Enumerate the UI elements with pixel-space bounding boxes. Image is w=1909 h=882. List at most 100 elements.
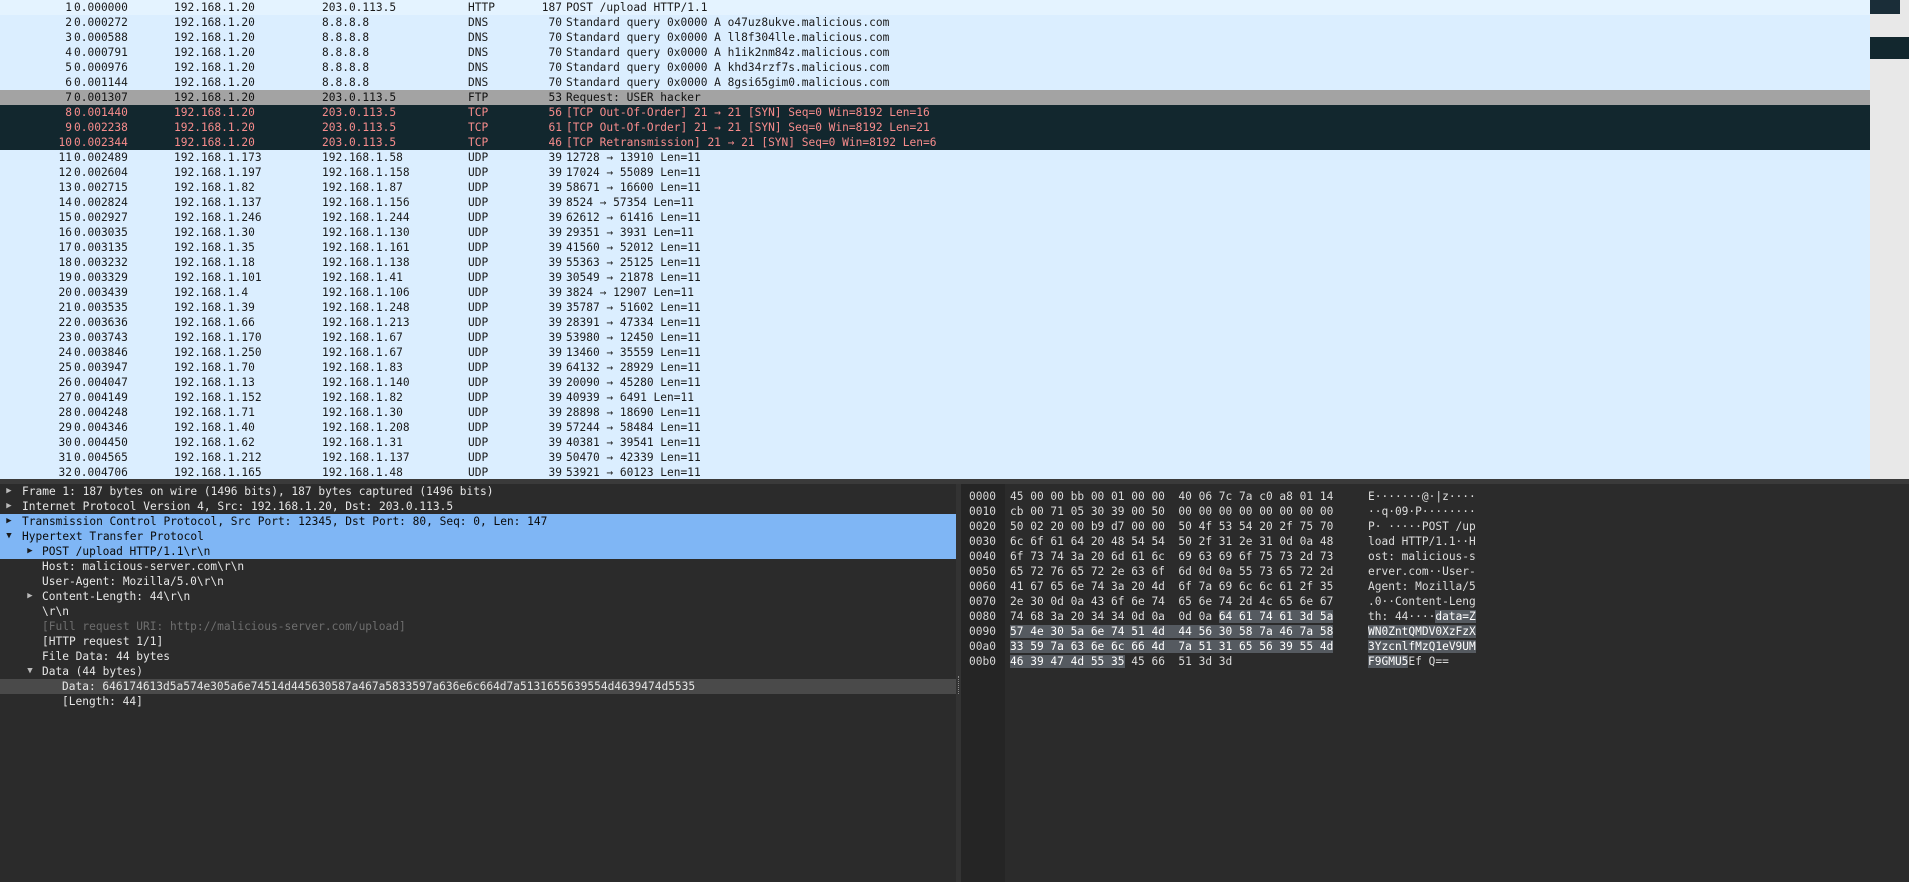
packet-row[interactable]: 1 0.000000 192.168.1.20 203.0.113.5 HTTP 187 P… [0,0,1870,15]
packet-row[interactable]: 16 0.003035 192.168.1.30 192.168.1.130 UDP 39… [0,225,1870,240]
bytes-row[interactable]: 0020 50 02 20 00 b9 d7 00 00 50 4f 53 54 … [961,519,1909,534]
packet-row[interactable]: 15 0.002927 192.168.1.246 192.168.1.244 UDP 3… [0,210,1870,225]
packet-row[interactable]: 30 0.004450 192.168.1.62 192.168.1.31 UDP 39 4… [0,435,1870,450]
detail-item-text: \r\n [42,605,69,618]
packet-source: 192.168.1.152 [174,391,262,404]
bytes-ascii[interactable]: P· ·····POST /up [1368,519,1476,534]
packet-row[interactable]: 24 0.003846 192.168.1.250 192.168.1.67 UDP 39… [0,345,1870,360]
bytes-row[interactable]: 00a0 33 59 7a 63 6e 6c 66 4d 7a 51 31 65 … [961,639,1909,654]
detail-tree-item[interactable]: [Full request URI: http://malicious-serv… [0,619,956,634]
packet-row[interactable]: 32 0.004706 192.168.1.165 192.168.1.48 UDP 39… [0,465,1870,479]
expand-arrow-right-icon[interactable]: ▶ [25,589,35,604]
packet-row[interactable]: 8 0.001440 192.168.1.20 203.0.113.5 TCP 56 [TC… [0,105,1870,120]
packet-row[interactable]: 5 0.000976 192.168.1.20 8.8.8.8 DNS 70 Standar… [0,60,1870,75]
detail-tree-item[interactable]: ▶ Frame 1: 187 bytes on wire (1496 bits),… [0,484,956,499]
bytes-ascii[interactable]: load HTTP/1.1··H [1368,534,1476,549]
detail-tree-item[interactable]: User-Agent: Mozilla/5.0\r\n [0,574,956,589]
bytes-hex[interactable]: 74 68 3a 20 34 34 0d 0a 0d 0a 64 61 74 6… [1010,609,1334,624]
bytes-hex[interactable]: 65 72 76 65 72 2e 63 6f 6d 0d 0a 55 73 6… [1010,564,1333,579]
detail-tree-item[interactable]: ▶ Content-Length: 44\r\n [0,589,956,604]
bytes-row[interactable]: 0080 74 68 3a 20 34 34 0d 0a 0d 0a 64 61 … [961,609,1909,624]
bytes-row[interactable]: 0070 2e 30 0d 0a 43 6f 6e 74 65 6e 74 2d … [961,594,1909,609]
packet-row[interactable]: 7 0.001307 192.168.1.20 203.0.113.5 FTP 53 Req… [0,90,1870,105]
expand-arrow-right-icon[interactable]: ▶ [4,514,14,529]
bytes-hex[interactable]: 46 39 47 4d 55 35 45 66 51 3d 3d [1010,654,1232,669]
packet-row[interactable]: 14 0.002824 192.168.1.137 192.168.1.156 UDP 3… [0,195,1870,210]
detail-tree-item[interactable]: Data: 646174613d5a574e305a6e74514d445630… [0,679,956,694]
scrollbar-thumb[interactable] [1870,0,1900,14]
bytes-row[interactable]: 0010 cb 00 71 05 30 39 00 50 00 00 00 00 … [961,504,1909,519]
bytes-hex[interactable]: 41 67 65 6e 74 3a 20 4d 6f 7a 69 6c 6c 6… [1010,579,1333,594]
bytes-ascii[interactable]: th: 44····data=Z [1368,609,1476,624]
packet-details-tree[interactable]: ▶ Frame 1: 187 bytes on wire (1496 bits),… [0,484,956,882]
packet-info: 30549 → 21878 Len=11 [566,271,701,284]
bytes-hex[interactable]: 50 02 20 00 b9 d7 00 00 50 4f 53 54 20 2… [1010,519,1333,534]
packet-row[interactable]: 3 0.000588 192.168.1.20 8.8.8.8 DNS 70 Standar… [0,30,1870,45]
bytes-row[interactable]: 0060 41 67 65 6e 74 3a 20 4d 6f 7a 69 6c … [961,579,1909,594]
expand-arrow-down-icon[interactable]: ▼ [4,529,14,544]
bytes-row[interactable]: 0040 6f 73 74 3a 20 6d 61 6c 69 63 69 6f … [961,549,1909,564]
packet-row[interactable]: 19 0.003329 192.168.1.101 192.168.1.41 UDP 39… [0,270,1870,285]
expand-arrow-right-icon[interactable]: ▶ [25,544,35,559]
packet-row[interactable]: 4 0.000791 192.168.1.20 8.8.8.8 DNS 70 Standar… [0,45,1870,60]
packet-row[interactable]: 28 0.004248 192.168.1.71 192.168.1.30 UDP 39 2… [0,405,1870,420]
packet-source: 192.168.1.20 [174,106,255,119]
packet-time: 0.004047 [74,376,128,389]
bytes-ascii[interactable]: erver.com··User- [1368,564,1476,579]
packet-list[interactable]: 1 0.000000 192.168.1.20 203.0.113.5 HTTP 187 P… [0,0,1870,479]
packet-row[interactable]: 25 0.003947 192.168.1.70 192.168.1.83 UDP 39 6… [0,360,1870,375]
detail-tree-item[interactable]: ▶ Internet Protocol Version 4, Src: 192.1… [0,499,956,514]
expand-arrow-right-icon[interactable]: ▶ [4,499,14,514]
bytes-hex[interactable]: 57 4e 30 5a 6e 74 51 4d 44 56 30 58 7a 4… [1010,624,1334,639]
detail-tree-item[interactable]: ▶ Transmission Control Protocol, Src Port… [0,514,956,529]
bytes-ascii[interactable]: ost: malicious-s [1368,549,1476,564]
detail-tree-item[interactable]: ▼ Data (44 bytes) [0,664,956,679]
bytes-hex[interactable]: cb 00 71 05 30 39 00 50 00 00 00 00 00 0… [1010,504,1333,519]
bytes-row[interactable]: 0000 45 00 00 bb 00 01 00 00 40 06 7c 7a … [961,489,1909,504]
bytes-hex[interactable]: 33 59 7a 63 6e 6c 66 4d 7a 51 31 65 56 3… [1010,639,1334,654]
bytes-ascii[interactable]: F9GMU5Ef Q== [1368,654,1449,669]
packet-row[interactable]: 13 0.002715 192.168.1.82 192.168.1.87 UDP 39 5… [0,180,1870,195]
expand-arrow-down-icon[interactable]: ▼ [25,664,35,679]
packet-list-scrollbar[interactable] [1870,0,1909,479]
bytes-ascii[interactable]: E·······@·|z···· [1368,489,1476,504]
bytes-ascii[interactable]: Agent: Mozilla/5 [1368,579,1476,594]
bytes-row[interactable]: 0050 65 72 76 65 72 2e 63 6f 6d 0d 0a 55 … [961,564,1909,579]
detail-tree-item[interactable]: ▼ Hypertext Transfer Protocol [0,529,956,544]
detail-tree-item[interactable]: Host: malicious-server.com\r\n [0,559,956,574]
bytes-ascii[interactable]: ··q·09·P········ [1368,504,1476,519]
bytes-row[interactable]: 00b0 46 39 47 4d 55 35 45 66 51 3d 3d F9GM… [961,654,1909,669]
packet-row[interactable]: 27 0.004149 192.168.1.152 192.168.1.82 UDP 39… [0,390,1870,405]
bytes-hex[interactable]: 2e 30 0d 0a 43 6f 6e 74 65 6e 74 2d 4c 6… [1010,594,1333,609]
bytes-row[interactable]: 0090 57 4e 30 5a 6e 74 51 4d 44 56 30 58 … [961,624,1909,639]
packet-row[interactable]: 26 0.004047 192.168.1.13 192.168.1.140 UDP 39… [0,375,1870,390]
packet-row[interactable]: 31 0.004565 192.168.1.212 192.168.1.137 UDP 3… [0,450,1870,465]
packet-row[interactable]: 18 0.003232 192.168.1.18 192.168.1.138 UDP 39… [0,255,1870,270]
packet-row[interactable]: 9 0.002238 192.168.1.20 203.0.113.5 TCP 61 [TC… [0,120,1870,135]
expand-arrow-right-icon[interactable]: ▶ [4,484,14,499]
bytes-ascii[interactable]: 3YzcnlfMzQ1eV9UM [1368,639,1476,654]
detail-tree-item[interactable]: [Length: 44] [0,694,956,709]
bytes-row[interactable]: 0030 6c 6f 61 64 20 48 54 54 50 2f 31 2e … [961,534,1909,549]
detail-tree-item[interactable]: ▶ POST /upload HTTP/1.1\r\n [0,544,956,559]
bytes-ascii[interactable]: WN0ZntQMDV0XzFzX [1368,624,1476,639]
packet-row[interactable]: 21 0.003535 192.168.1.39 192.168.1.248 UDP 39… [0,300,1870,315]
packet-row[interactable]: 20 0.003439 192.168.1.4 192.168.1.106 UDP 39 3… [0,285,1870,300]
packet-row[interactable]: 29 0.004346 192.168.1.40 192.168.1.208 UDP 39… [0,420,1870,435]
packet-row[interactable]: 2 0.000272 192.168.1.20 8.8.8.8 DNS 70 Standar… [0,15,1870,30]
packet-row[interactable]: 6 0.001144 192.168.1.20 8.8.8.8 DNS 70 Standar… [0,75,1870,90]
packet-row[interactable]: 22 0.003636 192.168.1.66 192.168.1.213 UDP 39… [0,315,1870,330]
packet-row[interactable]: 11 0.002489 192.168.1.173 192.168.1.58 UDP 39… [0,150,1870,165]
detail-tree-item[interactable]: File Data: 44 bytes [0,649,956,664]
bytes-hex[interactable]: 6c 6f 61 64 20 48 54 54 50 2f 31 2e 31 0… [1010,534,1333,549]
packet-row[interactable]: 12 0.002604 192.168.1.197 192.168.1.158 UDP 3… [0,165,1870,180]
packet-row[interactable]: 23 0.003743 192.168.1.170 192.168.1.67 UDP 39… [0,330,1870,345]
detail-tree-item[interactable]: [HTTP request 1/1] [0,634,956,649]
bytes-hex[interactable]: 6f 73 74 3a 20 6d 61 6c 69 63 69 6f 75 7… [1010,549,1333,564]
packet-bytes-pane[interactable]: 0000 45 00 00 bb 00 01 00 00 40 06 7c 7a … [961,484,1909,882]
bytes-hex[interactable]: 45 00 00 bb 00 01 00 00 40 06 7c 7a c0 a… [1010,489,1333,504]
packet-row[interactable]: 17 0.003135 192.168.1.35 192.168.1.161 UDP 39… [0,240,1870,255]
detail-tree-item[interactable]: \r\n [0,604,956,619]
bytes-ascii[interactable]: .0··Content-Leng [1368,594,1476,609]
packet-row[interactable]: 10 0.002344 192.168.1.20 203.0.113.5 TCP 46 [T… [0,135,1870,150]
